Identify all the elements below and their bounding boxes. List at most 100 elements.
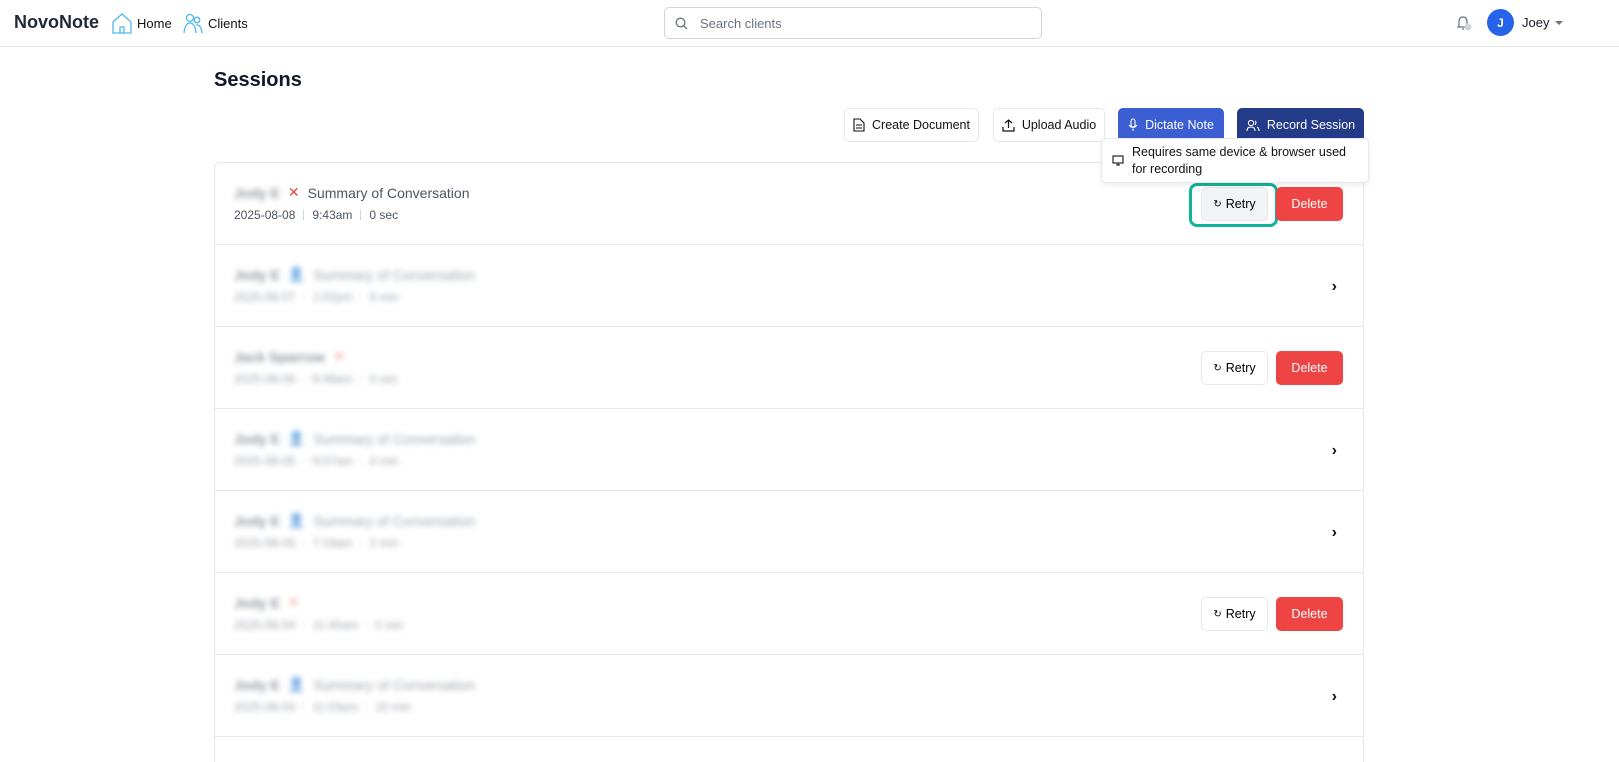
chevron-right-icon[interactable]: › <box>1332 688 1337 706</box>
divider <box>360 456 362 466</box>
session-date: 2025-08-04 <box>234 618 296 632</box>
session-time: 7:19am <box>312 536 353 550</box>
divider <box>303 456 305 466</box>
chevron-right-icon[interactable]: › <box>1332 524 1337 542</box>
delete-button[interactable]: Delete <box>1276 351 1343 385</box>
retry-label: Retry <box>1225 197 1256 211</box>
session-time: 9:43am <box>312 208 353 222</box>
session-row[interactable]: Jody E 👤 Summary of Conversation 2025-08-0… <box>215 245 1363 327</box>
users-icon <box>183 13 203 34</box>
failed-x-icon: ✕ <box>287 594 300 610</box>
monitor-icon <box>1112 155 1124 166</box>
session-row[interactable]: Jody E 👤 Summary of Conversation 2025-08-0… <box>215 655 1363 737</box>
retry-icon: ↻ <box>1213 608 1222 620</box>
dictate-note-button[interactable]: Dictate Note <box>1118 108 1224 142</box>
failed-x-icon: ✕ <box>333 348 345 364</box>
logo[interactable]: NovoNote <box>14 12 99 33</box>
divider <box>366 620 368 630</box>
divider <box>303 292 305 302</box>
client-name: Jack Sparrow <box>234 348 326 365</box>
record-session-button[interactable]: Record Session <box>1237 108 1364 142</box>
divider <box>303 210 305 220</box>
divider <box>303 620 305 630</box>
divider <box>303 702 305 712</box>
session-duration: 0 sec <box>375 618 404 632</box>
create-document-label: Create Document <box>872 118 970 132</box>
session-row[interactable]: Jody E 👤 Summary of Conversation 2025-08-0… <box>215 409 1363 491</box>
session-title: Summary of Conversation <box>307 184 470 201</box>
search-input[interactable] <box>700 15 1020 31</box>
session-duration: 10 min <box>375 700 412 714</box>
divider <box>360 210 362 220</box>
user-icon: 👤 <box>287 266 306 282</box>
retry-icon: ↻ <box>1213 198 1222 210</box>
tooltip: Requires same device & browser used for … <box>1101 138 1369 183</box>
upload-icon <box>1002 118 1015 132</box>
session-duration: 2 min <box>369 536 399 550</box>
session-row[interactable]: Jody E 👤 Summary of Conversation 2025-08-0… <box>215 491 1363 573</box>
top-nav: NovoNote Home Clients J Joey <box>0 0 1619 47</box>
sessions-list: Jody E ✕ Summary of Conversation 2025-08-0… <box>214 162 1364 762</box>
client-name: Jody E <box>234 430 280 447</box>
retry-button[interactable]: ↻ Retry <box>1201 351 1268 385</box>
user-icon: 👤 <box>287 676 306 692</box>
bell-icon[interactable] <box>1455 14 1473 32</box>
session-row[interactable]: Jody E ✕ 2025-08-04 11:45am 0 sec ↻ Retry Dele… <box>215 573 1363 655</box>
users-icon <box>1246 119 1260 131</box>
session-time: 11:45am <box>312 618 359 632</box>
delete-button[interactable]: Delete <box>1276 187 1343 221</box>
home-icon <box>112 13 132 34</box>
record-session-label: Record Session <box>1266 118 1356 132</box>
retry-label: Retry <box>1225 607 1256 621</box>
divider <box>360 292 362 302</box>
retry-button[interactable]: ↻ Retry <box>1201 187 1268 221</box>
chevron-right-icon[interactable]: › <box>1332 278 1337 296</box>
session-time: 11:03am <box>312 700 359 714</box>
document-icon <box>853 118 865 132</box>
session-time: 9:07am <box>312 454 353 468</box>
create-document-button[interactable]: Create Document <box>844 108 979 142</box>
retry-icon: ↻ <box>1213 362 1222 374</box>
divider <box>366 702 368 712</box>
session-date: 2025-08-08 <box>234 208 296 222</box>
divider <box>360 538 362 548</box>
session-title: Summary of Conversation <box>313 676 476 693</box>
user-name[interactable]: Joey <box>1522 15 1549 30</box>
client-name: Jody E <box>234 512 280 529</box>
session-date: 2025-08-07 <box>234 290 296 304</box>
divider <box>303 374 305 384</box>
session-row[interactable]: Jack Sparrow ✕ 2025-08-06 9:48am 0 sec ↻ Retr… <box>215 327 1363 409</box>
microphone-icon <box>1128 118 1138 131</box>
page-title: Sessions <box>214 69 302 91</box>
chevron-down-icon[interactable] <box>1555 20 1564 25</box>
session-date: 2025-08-05 <box>234 536 296 550</box>
upload-audio-button[interactable]: Upload Audio <box>993 108 1105 142</box>
retry-button[interactable]: ↻ Retry <box>1201 597 1268 631</box>
nav-home-label: Home <box>137 15 172 31</box>
delete-button[interactable]: Delete <box>1276 597 1343 631</box>
client-name: Jody E <box>234 184 280 201</box>
session-duration: 0 sec <box>369 372 399 386</box>
chevron-right-icon[interactable]: › <box>1332 442 1337 460</box>
dictate-note-label: Dictate Note <box>1145 118 1214 132</box>
search-box[interactable] <box>664 7 1042 39</box>
session-time: 1:02pm <box>312 290 353 304</box>
session-date: 2025-08-04 <box>234 700 296 714</box>
session-date: 2025-08-05 <box>234 454 296 468</box>
user-icon: 👤 <box>287 430 306 446</box>
avatar[interactable]: J <box>1487 9 1514 36</box>
session-time: 9:48am <box>312 372 353 386</box>
session-duration: 6 min <box>369 290 399 304</box>
nav-clients-label: Clients <box>208 15 248 31</box>
nav-clients[interactable]: Clients <box>183 12 248 34</box>
session-duration: 0 sec <box>369 208 399 222</box>
session-title: Summary of Conversation <box>313 430 476 447</box>
session-title: Summary of Conversation <box>313 266 476 283</box>
session-title: Summary of Conversation <box>313 512 476 529</box>
upload-audio-label: Upload Audio <box>1021 118 1097 132</box>
client-name: Jody E <box>234 594 280 611</box>
failed-x-icon: ✕ <box>287 184 300 200</box>
divider <box>303 538 305 548</box>
nav-home[interactable]: Home <box>112 12 172 34</box>
user-icon: 👤 <box>287 512 306 528</box>
